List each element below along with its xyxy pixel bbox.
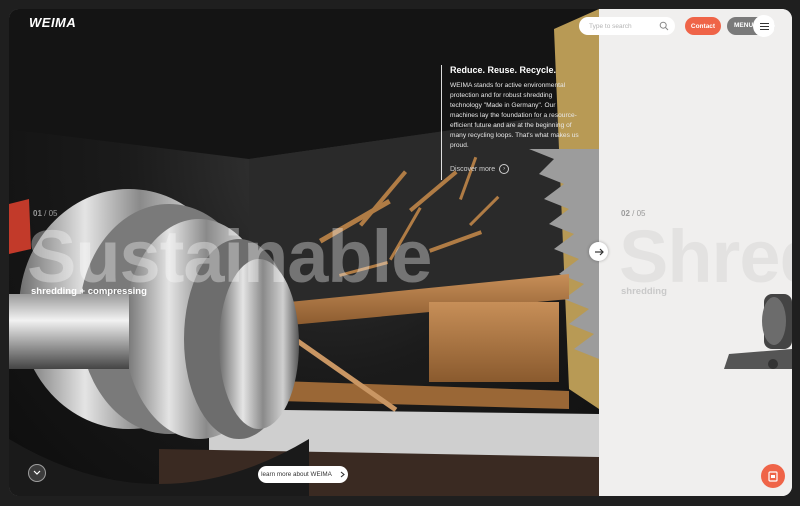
info-box: Reduce. Reuse. Recycle. WEIMA stands for… — [441, 65, 585, 180]
page-viewport: WEIMA 01 / 05 Sustainable shredding + co… — [9, 9, 792, 496]
hamburger-icon — [753, 15, 775, 37]
contact-button[interactable]: Contact — [685, 17, 721, 35]
info-title: Reduce. Reuse. Recycle. — [450, 65, 557, 75]
next-slide-preview[interactable]: 02 / 05 Shred shredding — [599, 9, 792, 496]
arrow-right-icon: › — [499, 164, 510, 174]
search-box — [579, 17, 675, 35]
menu-label: MENU — [734, 22, 754, 29]
next-slide-button[interactable] — [589, 242, 608, 261]
slide-subtitle: shredding + compressing — [31, 286, 147, 297]
chevron-right-icon — [340, 471, 345, 478]
weima-logo[interactable]: WEIMA — [29, 15, 76, 30]
chevron-down-icon — [33, 470, 41, 475]
browser-frame: WEIMA 01 / 05 Sustainable shredding + co… — [0, 0, 800, 506]
learn-more-button[interactable]: learn more about WEIMA — [258, 466, 348, 483]
search-icon[interactable] — [659, 21, 669, 31]
machine-photo — [724, 294, 792, 369]
hero-slide-sustainable: WEIMA 01 / 05 Sustainable shredding + co… — [9, 9, 599, 496]
chat-button[interactable] — [761, 464, 785, 488]
search-input[interactable] — [587, 21, 661, 31]
scroll-down-button[interactable] — [28, 464, 46, 482]
menu-button[interactable]: MENU — [727, 15, 775, 37]
discover-more-link[interactable]: Discover more › — [450, 164, 510, 174]
info-text: WEIMA stands for active environmental pr… — [450, 82, 579, 149]
arrow-right-icon — [594, 248, 604, 255]
chat-icon — [768, 470, 778, 482]
